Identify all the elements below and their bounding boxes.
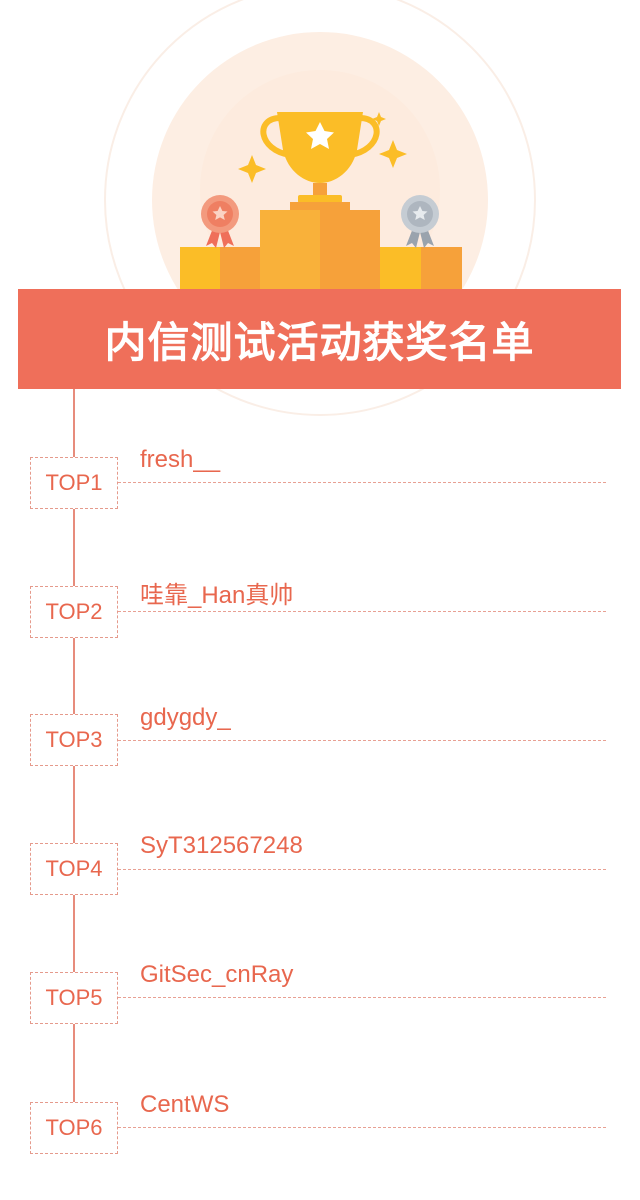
row-divider [118, 611, 606, 612]
winner-name: 哇靠_Han真帅 [140, 582, 294, 609]
winner-name: fresh__ [140, 446, 221, 473]
rank-badge: TOP5 [30, 972, 118, 1024]
rank-badge: TOP3 [30, 714, 118, 766]
winner-name: gdygdy_ [140, 704, 231, 731]
row-divider [118, 997, 606, 998]
page-title: 内信测试活动获奖名单 [104, 317, 535, 367]
row-divider [118, 1127, 606, 1128]
rank-badge: TOP2 [30, 586, 118, 638]
winner-name: CentWS [140, 1091, 230, 1118]
rank-badge: TOP4 [30, 843, 118, 895]
rank-badge: TOP6 [30, 1102, 118, 1154]
rank-badge: TOP1 [30, 457, 118, 509]
title-banner: 内信测试活动获奖名单 [18, 289, 621, 389]
winner-name: SyT312567248 [140, 832, 303, 859]
row-divider [118, 740, 606, 741]
row-divider [118, 869, 606, 870]
winner-name: GitSec_cnRay [140, 961, 294, 988]
row-divider [118, 482, 606, 483]
